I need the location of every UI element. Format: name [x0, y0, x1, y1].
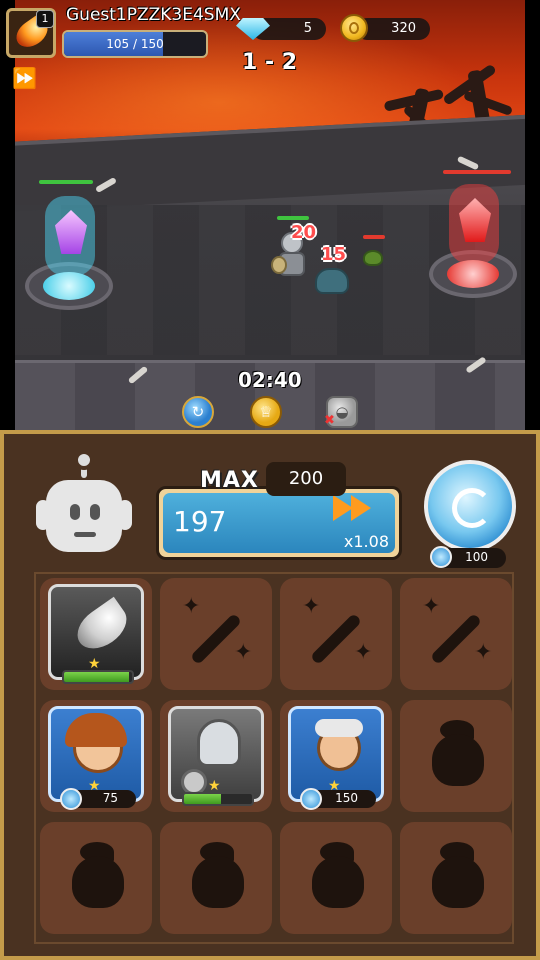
locked-hero-slot[interactable]: [160, 822, 272, 934]
energy-upgrade-arrow-icon[interactable]: [333, 495, 377, 523]
portal-core: [43, 272, 95, 300]
hp-text: 105 / 150: [106, 37, 164, 51]
auto-mode-robot-button[interactable]: [34, 450, 134, 556]
damage-number: 15: [321, 244, 347, 265]
energy-icon: [300, 788, 322, 810]
fast-forward-button[interactable]: ⏩: [12, 68, 42, 88]
coin-icon: [340, 14, 368, 42]
hero-cooldown-bar: [182, 792, 254, 806]
empty-skill-slot[interactable]: ✦ ✦: [160, 578, 272, 690]
locked-hero-slot[interactable]: [400, 822, 512, 934]
summon-orb-cost: 100: [430, 546, 506, 568]
hair: [65, 713, 127, 747]
max-energy-value: 200: [266, 462, 346, 496]
hero-slot-crossbowman[interactable]: ★ 150: [280, 700, 392, 812]
locked-hero-slot[interactable]: [40, 822, 152, 934]
knight-hp-bar: [277, 216, 309, 220]
level-badge: 1: [36, 10, 54, 28]
meteor-icon: [69, 596, 135, 658]
swirl-icon: ↻: [191, 403, 205, 421]
max-label: MAX: [200, 468, 259, 493]
locked-hero-slot[interactable]: [400, 700, 512, 812]
unit-slot-grid: ★ ✦ ✦ ✦ ✦ ✦ ✦ ★ 75 ★ ★ 150: [34, 572, 514, 944]
energy-display: 197 x1.08: [156, 486, 402, 560]
game-screen: 20 15 1 Guest1PZZK3E4SMX 105 / 150 5 320…: [0, 0, 540, 960]
enemy-portal[interactable]: [429, 184, 517, 298]
enemy-base-hp-bar: [443, 170, 511, 174]
energy-multiplier: x1.08: [343, 532, 389, 551]
disabled-x-icon: ✖: [324, 413, 335, 428]
swirl-icon: [452, 488, 492, 528]
hero-cost: 150: [300, 788, 376, 810]
energy-icon: [60, 788, 82, 810]
hero-slot-girl[interactable]: ★ 75: [40, 700, 152, 812]
auto-battle-button[interactable]: ↻: [182, 396, 214, 428]
player-hp-bar: 105 / 150: [62, 30, 208, 58]
monster-unit: [315, 268, 349, 294]
slime-hp-bar: [363, 235, 385, 239]
skill-slot-meteor[interactable]: ★: [40, 578, 152, 690]
slime-unit: [363, 250, 383, 266]
energy-icon: [430, 546, 452, 568]
trophy-icon: ♕: [259, 403, 273, 421]
hero-cost: 75: [60, 788, 136, 810]
command-panel: 197 x1.08 MAX 200 100 ★ ✦ ✦ ✦ ✦ ✦ ✦ ★ 75…: [0, 430, 540, 960]
battle-timer: 02:40: [238, 368, 302, 392]
locked-hero-slot[interactable]: [280, 822, 392, 934]
energy-current: 197: [173, 505, 227, 538]
skill-cooldown-bar: [62, 670, 134, 684]
player-base-hp-bar: [39, 180, 93, 184]
headband: [315, 719, 363, 737]
stage-label: 1 - 2: [242, 50, 298, 75]
hero-slot-knight[interactable]: ★: [160, 700, 272, 812]
empty-skill-slot[interactable]: ✦ ✦: [400, 578, 512, 690]
trophy-button[interactable]: ♕: [250, 396, 282, 428]
player-portal[interactable]: [25, 196, 113, 310]
summon-orb-button[interactable]: [424, 460, 516, 552]
player-name: Guest1PZZK3E4SMX: [66, 5, 241, 25]
gem-count: 5: [303, 21, 312, 36]
coin-count: 320: [391, 21, 416, 36]
fast-forward-icon: ⏩: [12, 66, 37, 90]
knight-icon: [197, 719, 241, 767]
helmet-toggle-button[interactable]: ◒ ✖: [324, 396, 358, 428]
damage-number: 20: [291, 222, 317, 243]
empty-skill-slot[interactable]: ✦ ✦: [280, 578, 392, 690]
portal-core: [447, 260, 499, 288]
